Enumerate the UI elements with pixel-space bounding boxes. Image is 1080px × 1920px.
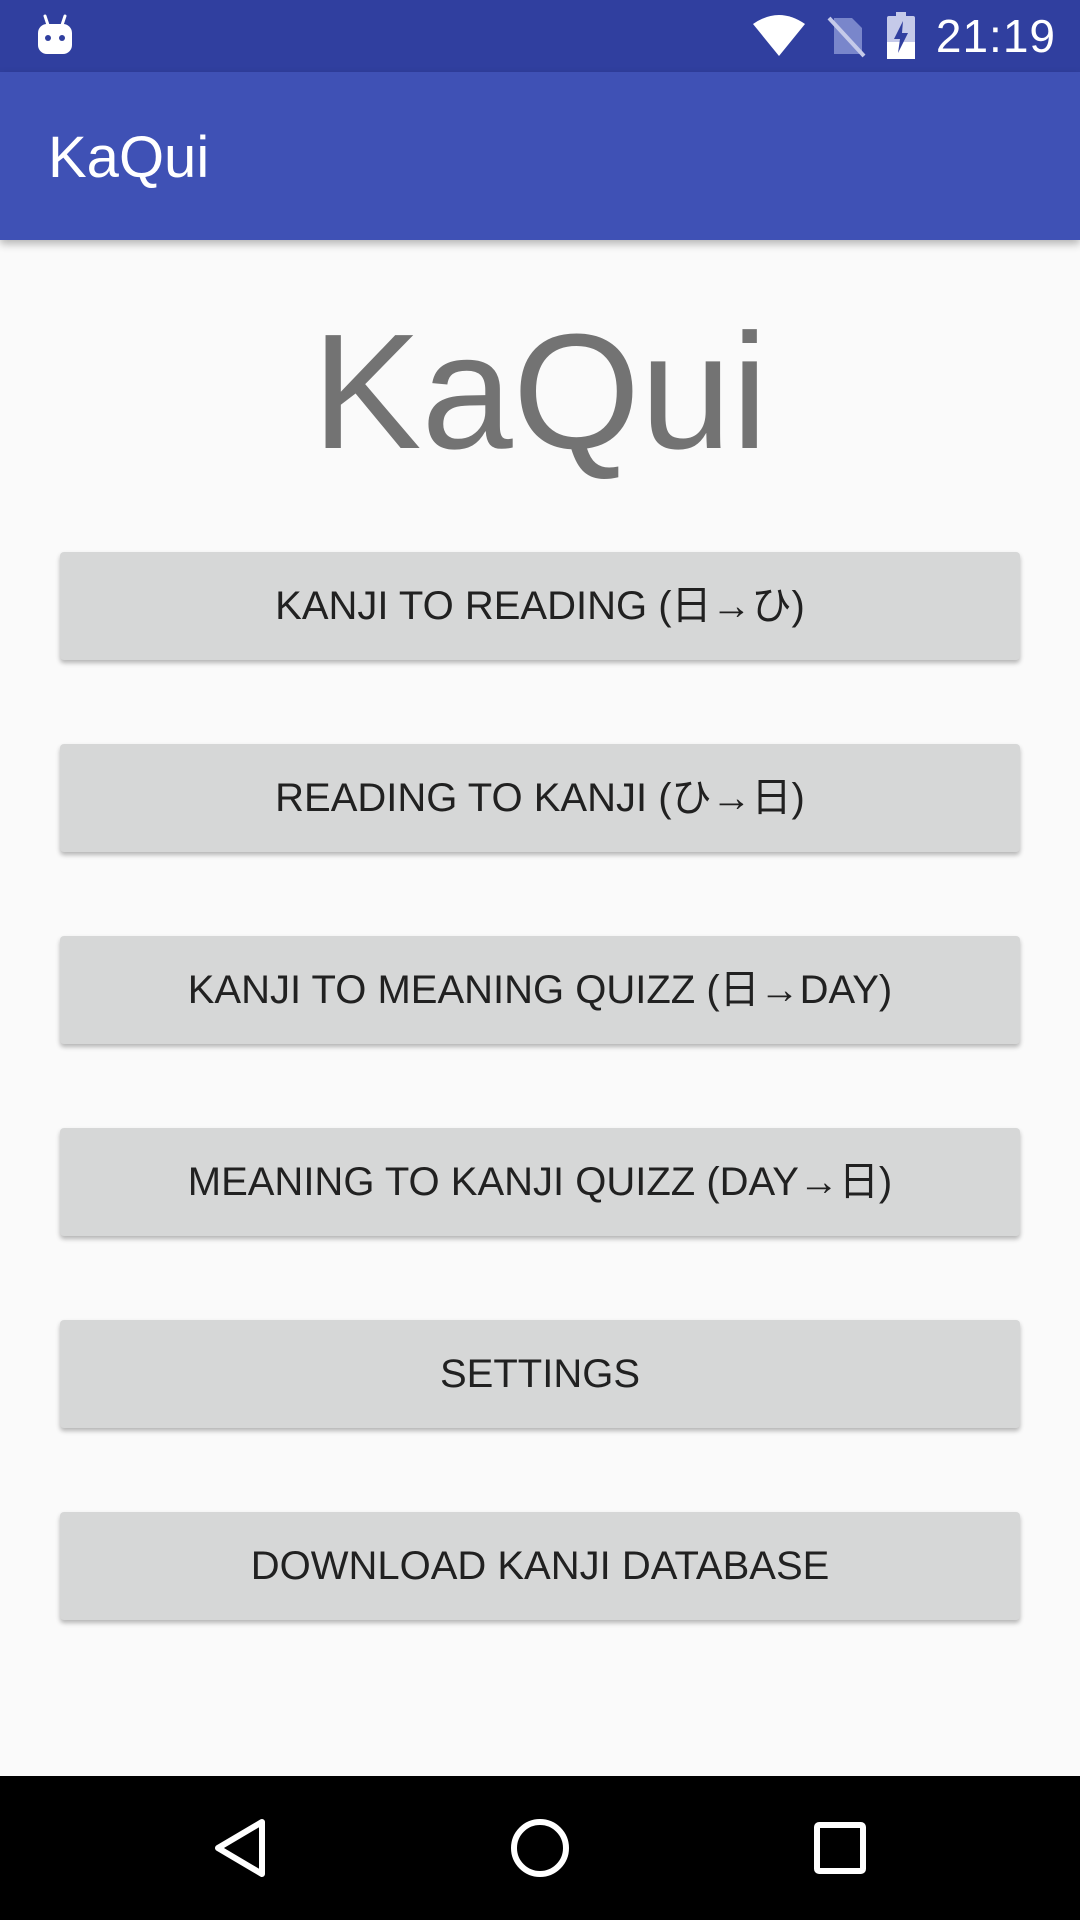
navigation-bar xyxy=(0,1776,1080,1920)
status-bar: 21:19 xyxy=(0,0,1080,72)
app-title: KaQui xyxy=(48,125,210,190)
recents-button[interactable] xyxy=(768,1776,912,1920)
main-content: KaQui KANJI TO READING (日→ひ) READING TO … xyxy=(0,240,1080,1776)
android-notification-icon xyxy=(38,14,72,54)
status-clock: 21:19 xyxy=(935,10,1056,62)
recents-icon xyxy=(814,1822,866,1874)
home-button[interactable] xyxy=(468,1776,612,1920)
download-kanji-database-button[interactable]: DOWNLOAD KANJI DATABASE xyxy=(60,1512,1020,1620)
no-sim-icon xyxy=(827,16,866,58)
app-bar: KaQui xyxy=(0,72,1080,240)
kanji-to-reading-button[interactable]: KANJI TO READING (日→ひ) xyxy=(60,552,1020,660)
home-icon xyxy=(511,1819,569,1877)
reading-to-kanji-button[interactable]: READING TO KANJI (ひ→日) xyxy=(60,744,1020,852)
battery-charging-icon xyxy=(886,12,915,59)
status-icons: 21:19 xyxy=(752,0,1056,72)
logo-text: KaQui xyxy=(312,300,768,483)
kanji-to-meaning-quiz-button[interactable]: KANJI TO MEANING QUIZZ (日→DAY) xyxy=(60,936,1020,1044)
back-button[interactable] xyxy=(168,1776,312,1920)
wifi-icon xyxy=(752,15,805,56)
back-icon xyxy=(215,1819,265,1877)
meaning-to-kanji-quiz-button[interactable]: MEANING TO KANJI QUIZZ (DAY→日) xyxy=(60,1128,1020,1236)
settings-button[interactable]: SETTINGS xyxy=(60,1320,1020,1428)
